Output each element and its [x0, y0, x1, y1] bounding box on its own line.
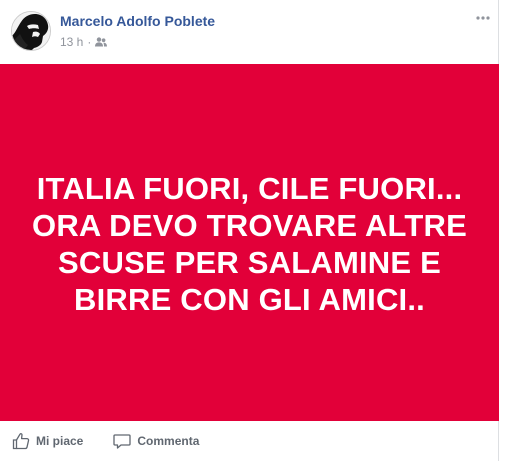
post-timestamp[interactable]: 13 h	[60, 35, 83, 49]
comment-button[interactable]: Commenta	[107, 427, 205, 455]
post-card: Marcelo Adolfo Poblete 13 h · ITALIA FUO	[0, 0, 499, 461]
author-name-link[interactable]: Marcelo Adolfo Poblete	[60, 13, 215, 29]
more-options-icon[interactable]	[474, 11, 492, 25]
post-text-banner: ITALIA FUORI, CILE FUORI... ORA DEVO TRO…	[0, 64, 499, 421]
post-banner-text: ITALIA FUORI, CILE FUORI... ORA DEVO TRO…	[32, 170, 467, 317]
meta-separator: ·	[87, 35, 92, 49]
thumbs-up-icon	[12, 432, 30, 450]
avatar[interactable]	[11, 11, 51, 51]
post-actions-bar: Mi piace Commenta	[0, 421, 499, 461]
avatar-image	[12, 12, 50, 50]
like-button[interactable]: Mi piace	[6, 427, 89, 455]
friends-icon[interactable]	[95, 37, 108, 47]
post-meta: 13 h ·	[60, 35, 108, 49]
comment-label: Commenta	[137, 434, 200, 448]
post-header: Marcelo Adolfo Poblete 13 h ·	[0, 0, 499, 64]
like-label: Mi piace	[36, 434, 84, 448]
comment-bubble-icon	[113, 432, 132, 450]
